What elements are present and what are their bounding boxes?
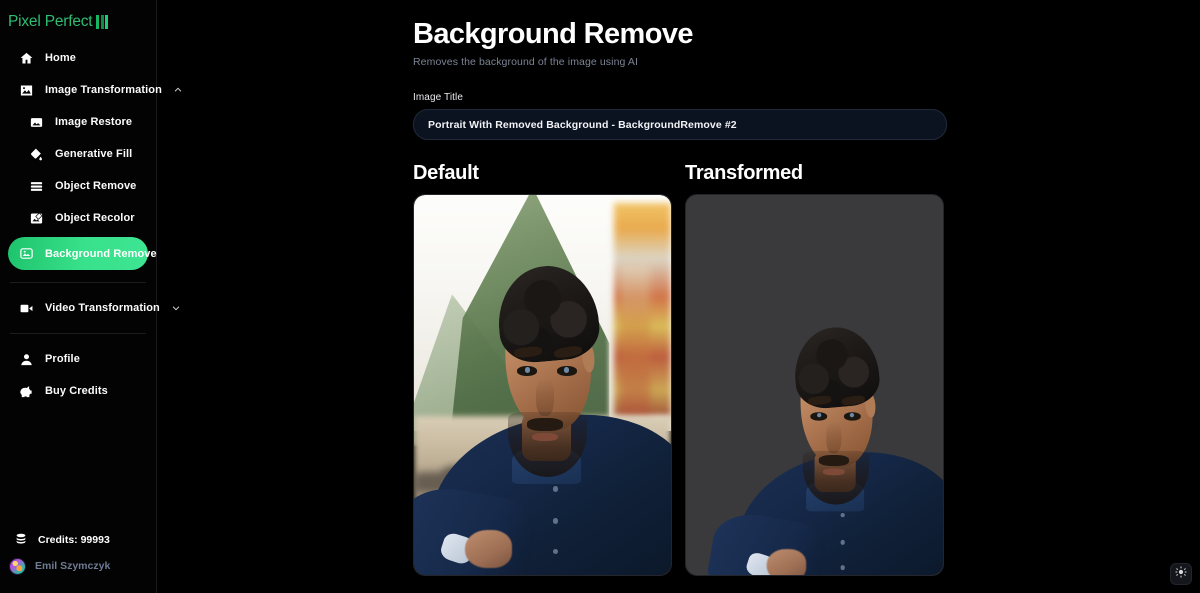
user-name: Emil Szymczyk [35, 560, 111, 572]
page-title: Background Remove [413, 18, 693, 50]
transformed-image-panel[interactable] [685, 194, 944, 577]
user-profile-button[interactable]: Emil Szymczyk [0, 551, 156, 581]
piggy-bank-icon [18, 383, 34, 399]
sidebar-divider-1 [10, 282, 146, 283]
sidebar-item-label: Image Transformation [45, 84, 162, 96]
sidebar-item-video-transformation[interactable]: Video Transformation [8, 292, 180, 324]
sidebar-item-label: Image Restore [55, 116, 133, 128]
credits-display: Credits: 99993 [0, 529, 156, 551]
sidebar: Pixel Perfect Home Image Transformation [0, 0, 182, 593]
credits-label: Credits: 99993 [38, 534, 110, 546]
object-recolor-icon [28, 210, 44, 226]
sidebar-item-label: Profile [45, 353, 80, 365]
default-heading: Default [413, 162, 479, 185]
brand-name: Pixel Perfect [8, 13, 93, 30]
sidebar-item-label: Video Transformation [45, 302, 160, 314]
transformed-column: Transformed [685, 162, 944, 577]
sun-icon [1175, 565, 1187, 583]
sidebar-item-generative-fill[interactable]: Generative Fill [8, 138, 148, 170]
user-icon [18, 351, 34, 367]
default-image [414, 195, 671, 576]
image-title-field: Image Title Portrait With Removed Backgr… [413, 92, 947, 141]
app-root: Pixel Perfect Home Image Transformation [0, 0, 1200, 593]
sidebar-item-home[interactable]: Home [8, 42, 148, 74]
theme-toggle-button[interactable] [1170, 563, 1192, 585]
sidebar-item-label: Generative Fill [55, 148, 133, 160]
sidebar-item-label: Buy Credits [45, 385, 108, 397]
main-content: Background Remove Removes the background… [157, 0, 1200, 593]
page-subtitle: Removes the background of the image usin… [413, 56, 639, 69]
sidebar-item-background-remove[interactable]: Background Remove [8, 237, 157, 270]
default-column: Default [413, 162, 672, 577]
sidebar-item-label: Home [45, 52, 76, 64]
object-remove-icon [28, 178, 44, 194]
sidebar-item-profile[interactable]: Profile [8, 343, 148, 375]
sidebar-divider-2 [10, 333, 146, 334]
sidebar-item-buy-credits[interactable]: Buy Credits [8, 375, 148, 407]
image-title-label: Image Title [413, 92, 464, 104]
image-icon [18, 82, 34, 98]
home-icon [18, 50, 34, 66]
sidebar-item-object-recolor[interactable]: Object Recolor [8, 202, 148, 234]
sidebar-item-label: Object Remove [55, 180, 137, 192]
image-comparison: Default Transformed [413, 162, 1200, 577]
portrait-subject-cutout [705, 269, 943, 576]
background-remove-icon [18, 246, 34, 262]
brand-logo[interactable]: Pixel Perfect [0, 0, 156, 34]
sidebar-item-image-restore[interactable]: Image Restore [8, 106, 148, 138]
sidebar-item-object-remove[interactable]: Object Remove [8, 170, 148, 202]
sidebar-item-image-transformation[interactable]: Image Transformation [8, 74, 182, 106]
transformed-image [686, 195, 943, 576]
portrait-subject [414, 195, 671, 576]
video-icon [18, 300, 34, 316]
coins-icon [14, 532, 28, 549]
sidebar-item-label: Object Recolor [55, 212, 135, 224]
default-image-panel[interactable] [413, 194, 672, 577]
bars-logo-icon [96, 15, 109, 29]
sidebar-nav: Home Image Transformation Image Restore [0, 34, 182, 407]
sidebar-item-label: Background Remove [45, 247, 157, 260]
generative-fill-icon [28, 146, 44, 162]
avatar [9, 557, 26, 575]
image-restore-icon [28, 114, 44, 130]
transformed-heading: Transformed [685, 162, 803, 185]
image-title-input[interactable]: Portrait With Removed Background - Backg… [413, 109, 947, 141]
